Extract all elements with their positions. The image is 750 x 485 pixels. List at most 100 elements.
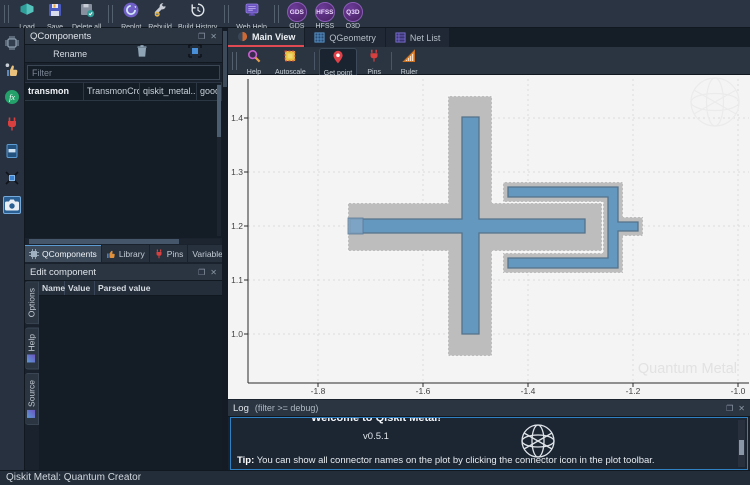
edit-component-titlebar: Edit component ❐ ✕ xyxy=(25,264,222,281)
tab-pins[interactable]: Pins xyxy=(149,245,188,262)
status-text: Qiskit Metal: Quantum Creator xyxy=(6,472,142,483)
component-class-cell: TransmonCross xyxy=(84,83,140,100)
web-help-icon xyxy=(244,2,260,23)
gds-icon: GDS xyxy=(286,2,307,22)
y-tick: 1.4 xyxy=(231,113,243,123)
pin-marker xyxy=(347,217,364,235)
tab-source[interactable]: Source xyxy=(25,372,39,425)
qcomponents-toolbar: Rename xyxy=(25,44,222,63)
x-tick: -1.0 xyxy=(730,386,746,396)
filter-input[interactable] xyxy=(27,65,220,80)
scrollbar-thumb[interactable] xyxy=(739,440,744,455)
y-tick: 1.0 xyxy=(231,329,243,339)
gds-button[interactable]: GDS GDS xyxy=(284,1,310,31)
close-icon[interactable]: ✕ xyxy=(210,32,217,41)
toolbar-drag-handle[interactable] xyxy=(232,52,237,70)
tab-library[interactable]: Library xyxy=(101,245,149,262)
qgeometry-icon xyxy=(314,32,325,43)
x-tick: -1.2 xyxy=(625,386,641,396)
get-point-pin-icon xyxy=(331,50,345,69)
x-tick: -1.6 xyxy=(415,386,431,396)
status-bar: Qiskit Metal: Quantum Creator xyxy=(0,470,750,485)
tab-qgeometry[interactable]: QGeometry xyxy=(305,28,385,47)
float-icon[interactable]: ❐ xyxy=(198,32,205,41)
autoscale-button[interactable]: Autoscale xyxy=(271,48,310,77)
hfss-icon: HFSS xyxy=(314,2,335,22)
tab-qcomponents[interactable]: QComponents xyxy=(25,245,101,262)
plot-watermark: Quantum Metal xyxy=(638,361,737,377)
log-scrollbar[interactable] xyxy=(738,420,745,467)
help-tab-icon xyxy=(27,354,36,363)
edit-component-header: Name Value Parsed value xyxy=(39,281,222,296)
build-thumbs-up-icon[interactable] xyxy=(3,61,21,79)
zoom-to-component-button[interactable] xyxy=(188,44,202,63)
tab-options[interactable]: Options xyxy=(25,281,39,325)
splitter-thumb[interactable] xyxy=(223,31,227,87)
toolbar-drag-handle[interactable] xyxy=(224,5,230,23)
q3d-button[interactable]: Q3D Q3D xyxy=(340,1,366,31)
help-magnifier-icon xyxy=(247,49,261,68)
log-version-text: v0.5.1 xyxy=(363,431,389,442)
x-tick: -1.4 xyxy=(520,386,536,396)
y-tick: 1.3 xyxy=(231,167,243,177)
left-panel-tabbar: QComponents Library Pins Variables xyxy=(25,245,232,262)
load-icon xyxy=(19,2,35,23)
toolbar-drag-handle[interactable] xyxy=(273,5,279,23)
tab-help[interactable]: Help xyxy=(25,327,39,370)
scrollbar-thumb[interactable] xyxy=(29,239,179,244)
plug-icon[interactable] xyxy=(3,115,21,133)
camera-icon[interactable] xyxy=(3,196,21,214)
pins-icon xyxy=(156,249,162,258)
toolbar-separator xyxy=(391,52,393,70)
net-list-icon xyxy=(395,32,406,43)
rebuild-icon xyxy=(152,2,168,23)
notebook-icon[interactable] xyxy=(3,142,21,160)
tab-net-list[interactable]: Net List xyxy=(385,28,450,47)
pins-button[interactable]: Pins xyxy=(361,48,387,77)
float-icon[interactable]: ❐ xyxy=(198,268,205,277)
ruler-icon xyxy=(402,49,416,68)
ruler-button[interactable]: Ruler xyxy=(396,48,422,77)
plot-canvas[interactable]: Quantum Metal 1.4 1.3 1.2 1.1 1.0 -1.8 -… xyxy=(228,75,750,399)
close-icon[interactable]: ✕ xyxy=(738,404,745,413)
edit-component-table xyxy=(39,296,222,470)
horizontal-scrollbar[interactable] xyxy=(27,239,220,244)
toolbar-drag-handle[interactable] xyxy=(108,5,114,23)
log-content[interactable]: Welcome to Qiskit Metal! v0.5.1 Tip: You… xyxy=(230,417,748,470)
column-parsed-value: Parsed value xyxy=(98,283,151,293)
log-welcome-text: Welcome to Qiskit Metal! xyxy=(311,417,441,424)
close-icon[interactable]: ✕ xyxy=(210,268,217,277)
vertical-scrollbar[interactable] xyxy=(217,84,221,236)
hfss-button[interactable]: HFSS HFSS xyxy=(312,1,338,31)
source-tab-icon xyxy=(27,409,36,418)
column-value: Value xyxy=(65,281,95,295)
float-icon[interactable]: ❐ xyxy=(726,404,733,413)
log-tip-text: Tip: You can show all connector names on… xyxy=(237,455,655,466)
pins-plug-icon xyxy=(367,49,381,68)
main-view-icon xyxy=(237,31,248,42)
export-group: GDS GDS HFSS HFSS Q3D Q3D xyxy=(281,1,369,31)
scrollbar-thumb[interactable] xyxy=(217,85,221,137)
edit-side-tabs: Options Help Source xyxy=(25,281,39,425)
toolbar-drag-handle[interactable] xyxy=(4,5,9,23)
tab-main-view[interactable]: Main View xyxy=(228,28,305,47)
main-area: Main View QGeometry Net List Help Autosc… xyxy=(228,28,750,470)
replot-icon xyxy=(123,2,139,23)
function-fx-icon[interactable]: fx xyxy=(3,88,21,106)
expand-fit-icon[interactable] xyxy=(3,169,21,187)
log-title-text: Log xyxy=(233,402,249,414)
plot-figure: Quantum Metal xyxy=(228,75,750,399)
toolbar-separator xyxy=(313,52,315,70)
rename-button[interactable]: Rename xyxy=(45,48,95,60)
x-tick: -1.8 xyxy=(310,386,326,396)
table-row-transmon[interactable]: transmon TransmonCross qiskit_metal.... … xyxy=(25,83,222,101)
column-name: Name xyxy=(39,281,65,295)
plot-help-button[interactable]: Help xyxy=(241,48,267,77)
log-titlebar: Log (filter >= debug) ❐ ✕ xyxy=(228,400,750,417)
qcomponents-table: transmon TransmonCross qiskit_metal.... … xyxy=(25,82,222,238)
log-filter-label: (filter >= debug) xyxy=(254,403,319,413)
main-view-tabbar: Main View QGeometry Net List xyxy=(228,28,750,47)
chip-icon[interactable] xyxy=(3,34,21,52)
delete-component-button[interactable] xyxy=(136,44,148,63)
component-module-cell: qiskit_metal.... xyxy=(140,83,197,100)
